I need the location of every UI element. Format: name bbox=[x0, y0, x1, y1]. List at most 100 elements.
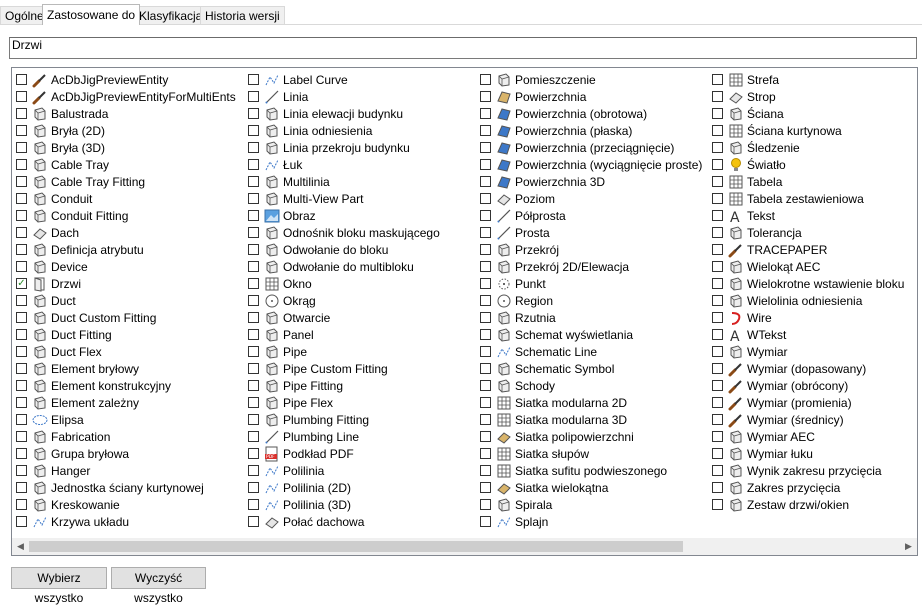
item-checkbox[interactable] bbox=[480, 210, 491, 221]
list-item[interactable]: Polilinia (2D) bbox=[248, 479, 351, 496]
item-checkbox[interactable] bbox=[16, 244, 27, 255]
item-checkbox[interactable] bbox=[16, 108, 27, 119]
item-checkbox[interactable] bbox=[16, 210, 27, 221]
item-checkbox[interactable] bbox=[712, 278, 723, 289]
item-checkbox[interactable] bbox=[16, 397, 27, 408]
item-checkbox[interactable] bbox=[16, 312, 27, 323]
list-item[interactable]: Odwołanie do multibloku bbox=[248, 258, 414, 275]
item-checkbox[interactable] bbox=[712, 363, 723, 374]
list-item[interactable]: Wielokąt AEC bbox=[712, 258, 820, 275]
item-checkbox[interactable] bbox=[16, 193, 27, 204]
item-checkbox[interactable] bbox=[248, 159, 259, 170]
list-item[interactable]: Label Curve bbox=[248, 71, 348, 88]
item-checkbox[interactable] bbox=[248, 346, 259, 357]
list-item[interactable]: Siatka słupów bbox=[480, 445, 589, 462]
list-item[interactable]: Element bryłowy bbox=[16, 360, 139, 377]
list-item[interactable]: Odwołanie do bloku bbox=[248, 241, 388, 258]
list-item[interactable]: A WTekst bbox=[712, 326, 786, 345]
item-checkbox[interactable] bbox=[248, 91, 259, 102]
item-checkbox[interactable] bbox=[480, 482, 491, 493]
list-item[interactable]: Bryła (3D) bbox=[16, 139, 105, 156]
item-checkbox[interactable] bbox=[712, 346, 723, 357]
item-checkbox[interactable] bbox=[16, 91, 27, 102]
item-checkbox[interactable] bbox=[248, 448, 259, 459]
item-checkbox[interactable] bbox=[16, 465, 27, 476]
list-item[interactable]: Wynik zakresu przycięcia bbox=[712, 462, 882, 479]
list-item[interactable]: Cable Tray Fitting bbox=[16, 173, 145, 190]
item-checkbox[interactable] bbox=[712, 380, 723, 391]
list-item[interactable]: Wymiar AEC bbox=[712, 428, 815, 445]
item-checkbox[interactable] bbox=[712, 499, 723, 510]
list-item[interactable]: Powierzchnia bbox=[480, 88, 586, 105]
item-checkbox[interactable] bbox=[712, 193, 723, 204]
item-checkbox[interactable] bbox=[248, 295, 259, 306]
item-checkbox[interactable] bbox=[16, 142, 27, 153]
item-checkbox[interactable] bbox=[16, 295, 27, 306]
list-item[interactable]: Otwarcie bbox=[248, 309, 330, 326]
select-all-button[interactable]: Wybierz wszystko bbox=[11, 567, 107, 605]
item-checkbox[interactable] bbox=[480, 346, 491, 357]
list-item[interactable]: Drzwi bbox=[16, 275, 81, 292]
item-checkbox[interactable] bbox=[16, 363, 27, 374]
clear-all-button[interactable]: Wyczyść wszystko bbox=[111, 567, 206, 605]
list-item[interactable]: Grupa bryłowa bbox=[16, 445, 129, 462]
item-checkbox[interactable] bbox=[16, 176, 27, 187]
item-checkbox[interactable] bbox=[248, 278, 259, 289]
item-checkbox[interactable] bbox=[712, 227, 723, 238]
item-checkbox[interactable] bbox=[248, 142, 259, 153]
list-item[interactable]: Powierzchnia (przeciągnięcie) bbox=[480, 139, 674, 156]
tab-applies-to[interactable]: Zastosowane do bbox=[42, 4, 141, 25]
list-item[interactable]: Conduit Fitting bbox=[16, 207, 128, 224]
item-checkbox[interactable] bbox=[712, 108, 723, 119]
list-item[interactable]: Bryła (2D) bbox=[16, 122, 105, 139]
item-checkbox[interactable] bbox=[480, 431, 491, 442]
item-checkbox[interactable] bbox=[712, 397, 723, 408]
list-item[interactable]: Przekrój 2D/Elewacja bbox=[480, 258, 629, 275]
item-checkbox[interactable] bbox=[712, 465, 723, 476]
item-checkbox[interactable] bbox=[248, 193, 259, 204]
item-checkbox[interactable] bbox=[712, 91, 723, 102]
list-item[interactable]: Definicja atrybutu bbox=[16, 241, 144, 258]
item-checkbox[interactable] bbox=[480, 414, 491, 425]
list-item[interactable]: Łuk bbox=[248, 156, 302, 173]
list-item[interactable]: Duct bbox=[16, 292, 76, 309]
list-item[interactable]: Połać dachowa bbox=[248, 513, 364, 530]
list-item[interactable]: Ściana bbox=[712, 105, 784, 122]
item-checkbox[interactable] bbox=[16, 448, 27, 459]
list-item[interactable]: Tabela bbox=[712, 173, 782, 190]
list-item[interactable]: Wymiar (promienia) bbox=[712, 394, 852, 411]
list-item[interactable]: Schody bbox=[480, 377, 555, 394]
item-checkbox[interactable] bbox=[712, 295, 723, 306]
item-checkbox[interactable] bbox=[16, 431, 27, 442]
list-item[interactable]: Pomieszczenie bbox=[480, 71, 596, 88]
item-checkbox[interactable] bbox=[480, 142, 491, 153]
list-item[interactable]: Światło bbox=[712, 156, 786, 173]
item-checkbox[interactable] bbox=[248, 261, 259, 272]
item-checkbox[interactable] bbox=[248, 499, 259, 510]
item-checkbox[interactable] bbox=[16, 227, 27, 238]
item-checkbox[interactable] bbox=[248, 244, 259, 255]
list-item[interactable]: Element konstrukcyjny bbox=[16, 377, 171, 394]
item-checkbox[interactable] bbox=[248, 176, 259, 187]
list-item[interactable]: Odnośnik bloku maskującego bbox=[248, 224, 440, 241]
tab-classification[interactable]: Klasyfikacja bbox=[134, 6, 208, 24]
item-checkbox[interactable] bbox=[712, 74, 723, 85]
list-item[interactable]: Tabela zestawieniowa bbox=[712, 190, 864, 207]
item-checkbox[interactable] bbox=[16, 499, 27, 510]
list-item[interactable]: Polilinia bbox=[248, 462, 324, 479]
list-item[interactable]: Prosta bbox=[480, 224, 550, 241]
list-item[interactable]: Wielokrotne wstawienie bloku bbox=[712, 275, 904, 292]
item-checkbox[interactable] bbox=[480, 193, 491, 204]
tab-version-history[interactable]: Historia wersji bbox=[200, 6, 285, 24]
list-item[interactable]: Tolerancja bbox=[712, 224, 802, 241]
item-checkbox[interactable] bbox=[248, 227, 259, 238]
list-item[interactable]: Siatka modularna 3D bbox=[480, 411, 627, 428]
list-item[interactable]: Krzywa układu bbox=[16, 513, 129, 530]
item-checkbox[interactable] bbox=[480, 312, 491, 323]
horizontal-scrollbar[interactable]: ◀ ▶ bbox=[12, 538, 917, 555]
list-item[interactable]: TRACEPAPER bbox=[712, 241, 827, 258]
list-item[interactable]: Conduit bbox=[16, 190, 92, 207]
list-item[interactable]: Wielolinia odniesienia bbox=[712, 292, 862, 309]
list-item[interactable]: Spirala bbox=[480, 496, 552, 513]
item-checkbox[interactable] bbox=[712, 142, 723, 153]
